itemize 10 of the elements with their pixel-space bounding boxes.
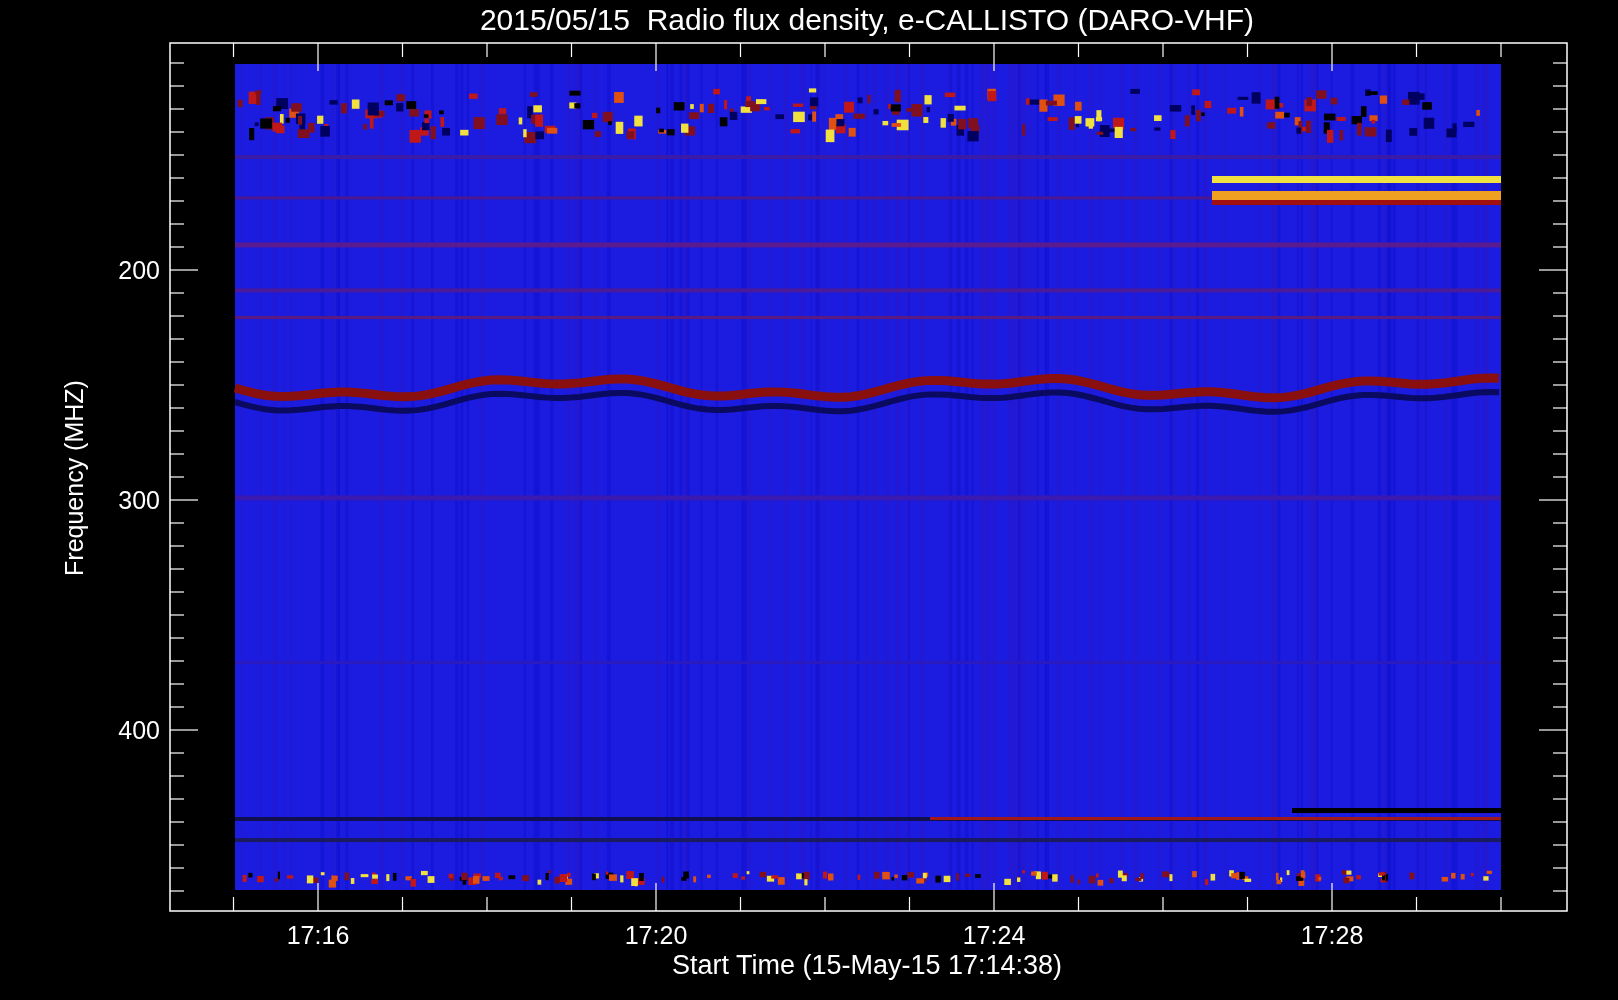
x-tick-label: 17:20: [624, 921, 688, 949]
x-tick-label: 17:16: [286, 921, 350, 949]
y-tick-label: 200: [118, 256, 160, 284]
x-tick-label: 17:28: [1300, 921, 1364, 949]
y-tick-label: 400: [118, 716, 160, 744]
x-axis-title: Start Time (15-May-15 17:14:38): [671, 950, 1063, 980]
x-tick-label: 17:24: [962, 921, 1026, 949]
y-tick-label: 300: [118, 486, 160, 514]
chart-title: 2015/05/15 Radio flux density, e-CALLISTO (DARO-VHF): [479, 3, 1255, 36]
y-axis-title: Frequency (MHZ): [60, 380, 88, 576]
